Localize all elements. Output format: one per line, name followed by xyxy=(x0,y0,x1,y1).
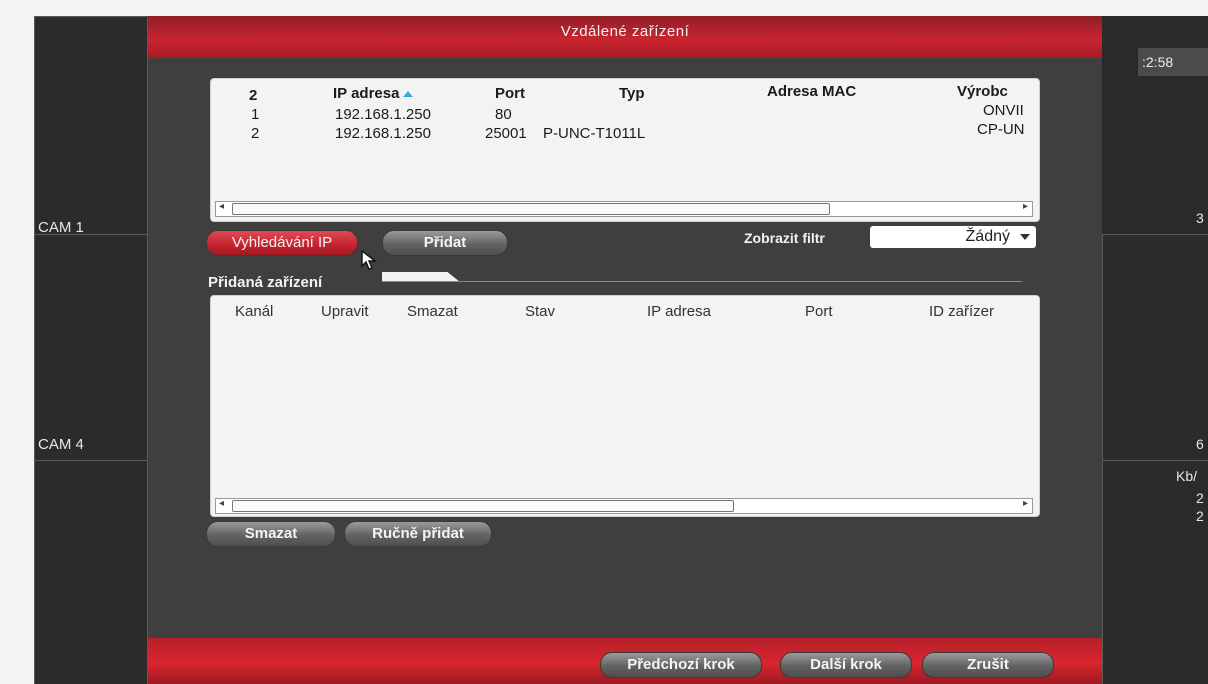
manual-add-button[interactable]: Ručně přidat xyxy=(344,521,492,547)
mouse-pointer-icon xyxy=(361,250,378,270)
scrollbar-thumb[interactable] xyxy=(232,203,830,215)
camera-tile xyxy=(34,234,148,462)
edge-text-kb: Kb/ xyxy=(1176,468,1198,484)
monitor-screen: CAM 1 CAM 4 :2:58 3 6 Kb/ 2 2 Vzdálené z… xyxy=(34,16,1208,684)
sort-ascending-icon xyxy=(403,91,414,98)
row2-number: 2 xyxy=(251,125,260,142)
display-filter-label: Zobrazit filtr xyxy=(744,230,825,246)
edge-text-2b: 2 xyxy=(1196,508,1204,524)
column-ip-address-header[interactable]: IP adresa xyxy=(647,303,711,320)
scroll-right-icon[interactable]: ▸ xyxy=(1023,498,1028,509)
camera-tile xyxy=(1102,234,1208,462)
column-delete-header[interactable]: Smazat xyxy=(407,303,458,320)
camera-tile xyxy=(1102,460,1208,684)
edge-text-2a: 2 xyxy=(1196,490,1204,506)
next-step-button[interactable]: Další krok xyxy=(780,652,912,678)
clock-display: :2:58 xyxy=(1138,48,1208,76)
row1-port: 80 xyxy=(495,106,512,123)
remote-device-dialog: Vzdálené zařízení 2 IP adresa Port Typ A… xyxy=(148,16,1102,684)
column-status-header[interactable]: Stav xyxy=(525,303,555,320)
column-vendor-header[interactable]: Výrobc xyxy=(957,83,1008,100)
dialog-title-bar: Vzdálené zařízení xyxy=(148,16,1102,58)
edge-text-6: 6 xyxy=(1196,436,1204,452)
tab-underline xyxy=(382,281,1022,282)
column-port-header-2[interactable]: Port xyxy=(805,303,833,320)
row2-ip: 192.168.1.250 xyxy=(335,125,431,142)
cam-label-4: CAM 4 xyxy=(38,436,84,453)
results-count: 2 xyxy=(249,87,258,104)
row1-ip: 192.168.1.250 xyxy=(335,106,431,123)
row1-number: 1 xyxy=(251,106,260,123)
search-ip-button[interactable]: Vyhledávání IP xyxy=(206,230,358,256)
previous-step-button[interactable]: Předchozí krok xyxy=(600,652,762,678)
column-channel-header[interactable]: Kanál xyxy=(235,303,273,320)
column-edit-header[interactable]: Upravit xyxy=(321,303,369,320)
column-type-header[interactable]: Typ xyxy=(619,85,645,102)
added-horizontal-scrollbar[interactable]: ◂ ▸ xyxy=(215,498,1033,514)
clock-text: :2:58 xyxy=(1142,54,1174,70)
scroll-left-icon[interactable]: ◂ xyxy=(219,498,224,509)
cancel-button[interactable]: Zrušit xyxy=(922,652,1054,678)
column-ip-header[interactable]: IP adresa xyxy=(333,85,414,102)
column-device-id-header[interactable]: ID zařízer xyxy=(929,303,994,320)
column-mac-header[interactable]: Adresa MAC xyxy=(767,83,856,100)
scroll-left-icon[interactable]: ◂ xyxy=(219,201,224,212)
dialog-footer: Předchozí krok Další krok Zrušit xyxy=(148,638,1102,684)
column-ip-label: IP adresa xyxy=(333,85,400,102)
scrollbar-thumb[interactable] xyxy=(232,500,734,512)
search-results-table[interactable]: 2 IP adresa Port Typ Adresa MAC Výrobc 1… xyxy=(210,78,1040,222)
display-filter-value: Žádný xyxy=(965,228,1010,245)
column-port-header[interactable]: Port xyxy=(495,85,525,102)
camera-tile xyxy=(34,460,148,684)
results-horizontal-scrollbar[interactable]: ◂ ▸ xyxy=(215,201,1033,217)
add-button[interactable]: Přidat xyxy=(382,230,508,256)
dialog-title: Vzdálené zařízení xyxy=(560,23,690,40)
row1-vendor: ONVII xyxy=(983,102,1024,119)
added-devices-table[interactable]: Kanál Upravit Smazat Stav IP adresa Port… xyxy=(210,295,1040,517)
delete-button[interactable]: Smazat xyxy=(206,521,336,547)
scroll-right-icon[interactable]: ▸ xyxy=(1023,201,1028,212)
edge-text-3: 3 xyxy=(1196,210,1204,226)
chevron-down-icon xyxy=(1020,234,1030,240)
row2-port: 25001 xyxy=(485,125,527,142)
display-filter-select[interactable]: Žádný xyxy=(870,226,1036,248)
added-devices-tab-label: Přidaná zařízení xyxy=(208,274,323,291)
row2-type: P-UNC-T1011L xyxy=(543,125,646,142)
cam-label-1: CAM 1 xyxy=(38,219,84,236)
camera-tile xyxy=(34,16,148,236)
row2-vendor: CP-UN xyxy=(977,121,1025,138)
